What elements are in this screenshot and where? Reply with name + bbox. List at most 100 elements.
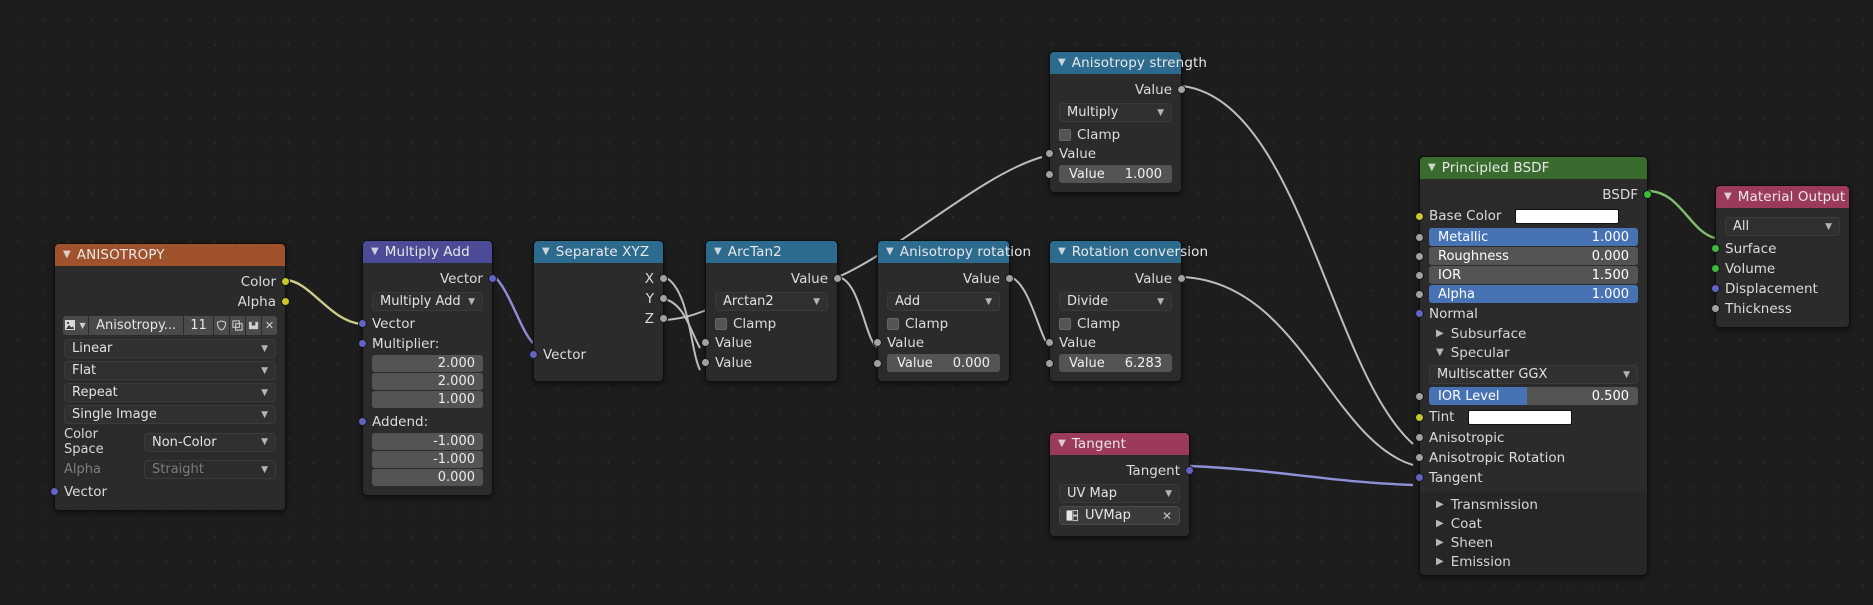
socket-value-1[interactable] (1045, 149, 1054, 158)
chevron-down-icon[interactable]: ▼ (371, 246, 379, 257)
clamp-checkbox-row[interactable]: Clamp (706, 314, 837, 333)
socket-multiplier[interactable] (358, 339, 367, 348)
socket-value-out[interactable] (1177, 274, 1186, 283)
socket-volume[interactable] (1711, 264, 1720, 273)
node-header[interactable]: ▼ Principled BSDF (1420, 157, 1647, 179)
distribution-select[interactable]: Multiscatter GGX ▼ (1429, 365, 1638, 384)
node-separate-xyz[interactable]: ▼ Separate XYZ X Y Z Vector (533, 240, 664, 382)
close-icon[interactable]: ✕ (261, 316, 277, 335)
socket-tangent-out[interactable] (1185, 466, 1194, 475)
clamp-checkbox[interactable] (887, 318, 899, 330)
target-select[interactable]: All ▼ (1725, 217, 1840, 236)
socket-thickness[interactable] (1711, 304, 1720, 313)
socket-bsdf-out[interactable] (1643, 190, 1652, 199)
clamp-checkbox[interactable] (715, 318, 727, 330)
chevron-down-icon[interactable]: ▼ (1058, 57, 1066, 68)
node-rotation-conversion[interactable]: ▼ Rotation conversion Value Divide ▼ Cla… (1049, 240, 1182, 382)
operation-select[interactable]: Divide ▼ (1059, 292, 1172, 311)
socket-color[interactable] (281, 277, 290, 286)
chevron-down-icon[interactable]: ▼ (63, 249, 71, 260)
ior-level-slider[interactable]: IOR Level 0.500 (1429, 387, 1638, 405)
socket-roughness[interactable] (1415, 252, 1424, 261)
color-space-row[interactable]: Color Space Non-Color ▼ (64, 427, 276, 457)
socket-y[interactable] (659, 294, 668, 303)
node-header[interactable]: ▼ ANISOTROPY (55, 244, 285, 266)
socket-value-2[interactable] (873, 359, 882, 368)
node-header[interactable]: ▼ ArcTan2 (706, 241, 837, 263)
socket-alpha[interactable] (1415, 290, 1424, 299)
node-header[interactable]: ▼ Rotation conversion (1050, 241, 1181, 263)
metallic-slider[interactable]: Metallic 1.000 (1429, 228, 1638, 246)
extension-select[interactable]: Repeat ▼ (64, 383, 276, 402)
node-header[interactable]: ▼ Multiply Add (363, 241, 492, 263)
clamp-checkbox[interactable] (1059, 129, 1071, 141)
node-arctan2[interactable]: ▼ ArcTan2 Value Arctan2 ▼ Clamp Value (705, 240, 838, 382)
socket-vector-out[interactable] (488, 274, 497, 283)
multiplier-z-field[interactable]: 1.000 (372, 391, 483, 408)
chevron-down-icon[interactable]: ▼ (886, 246, 894, 257)
image-name-field[interactable]: Anisotropy... (88, 316, 183, 335)
multiplier-x-field[interactable]: 2.000 (372, 355, 483, 372)
socket-normal[interactable] (1415, 309, 1424, 318)
base-color-swatch[interactable] (1515, 209, 1619, 224)
pack-icon[interactable] (245, 316, 261, 335)
socket-value-out[interactable] (1005, 274, 1014, 283)
value-field[interactable]: Value 1.000 (1059, 165, 1172, 183)
coat-panel-toggle[interactable]: ▶ Coat (1420, 514, 1647, 533)
node-anisotropy-rotation[interactable]: ▼ Anisotropy rotation Value Add ▼ Clamp … (877, 240, 1010, 382)
image-datablock-row[interactable]: ▼ Anisotropy... 11 ✕ (63, 316, 277, 335)
subsurface-panel-toggle[interactable]: ▶ Subsurface (1420, 324, 1647, 343)
node-header[interactable]: ▼ Material Output (1716, 186, 1849, 208)
socket-metallic[interactable] (1415, 233, 1424, 242)
socket-vector-in[interactable] (529, 350, 538, 359)
socket-tint[interactable] (1415, 413, 1424, 422)
socket-value-out[interactable] (1177, 85, 1186, 94)
node-tangent[interactable]: ▼ Tangent Tangent UV Map ▼ UVMap ✕ (1049, 432, 1190, 537)
socket-value-2[interactable] (1045, 170, 1054, 179)
uv-map-field[interactable]: UVMap ✕ (1059, 506, 1180, 525)
alpha-slider[interactable]: Alpha 1.000 (1429, 285, 1638, 303)
node-material-output[interactable]: ▼ Material Output All ▼ Surface Volume D… (1715, 185, 1850, 328)
socket-z[interactable] (659, 314, 668, 323)
interpolation-select[interactable]: Linear ▼ (64, 339, 276, 358)
shield-icon[interactable] (213, 316, 229, 335)
socket-value-2[interactable] (701, 358, 710, 367)
socket-ior-level[interactable] (1415, 392, 1424, 401)
operation-select[interactable]: Add ▼ (887, 292, 1000, 311)
source-select[interactable]: Single Image ▼ (64, 405, 276, 424)
node-header[interactable]: ▼ Anisotropy rotation (878, 241, 1009, 263)
node-header[interactable]: ▼ Tangent (1050, 433, 1189, 455)
clamp-checkbox[interactable] (1059, 318, 1071, 330)
node-editor-canvas[interactable]: ▼ ANISOTROPY Color Alpha ▼ (0, 0, 1873, 605)
socket-ior[interactable] (1415, 271, 1424, 280)
chevron-down-icon[interactable]: ▼ (542, 246, 550, 257)
image-users-count[interactable]: 11 (183, 316, 213, 335)
socket-vector-in[interactable] (358, 319, 367, 328)
socket-x[interactable] (659, 274, 668, 283)
clamp-checkbox-row[interactable]: Clamp (1050, 314, 1181, 333)
chevron-down-icon[interactable]: ▼ (1724, 191, 1732, 202)
socket-alpha[interactable] (281, 297, 290, 306)
clamp-checkbox-row[interactable]: Clamp (1050, 125, 1181, 144)
node-anisotropy-image-texture[interactable]: ▼ ANISOTROPY Color Alpha ▼ (54, 243, 286, 511)
clamp-checkbox-row[interactable]: Clamp (878, 314, 1009, 333)
tint-swatch[interactable] (1468, 410, 1572, 425)
node-anisotropy-strength[interactable]: ▼ Anisotropy strength Value Multiply ▼ C… (1049, 51, 1182, 193)
chevron-down-icon[interactable]: ▼ (1058, 246, 1066, 257)
color-space-select[interactable]: Non-Color ▼ (144, 433, 276, 452)
close-icon[interactable]: ✕ (1162, 509, 1172, 523)
socket-value-1[interactable] (701, 338, 710, 347)
socket-tangent[interactable] (1415, 473, 1424, 482)
sheen-panel-toggle[interactable]: ▶ Sheen (1420, 533, 1647, 552)
socket-vector[interactable] (50, 487, 59, 496)
chevron-down-icon[interactable]: ▼ (714, 246, 722, 257)
socket-addend[interactable] (358, 417, 367, 426)
socket-surface[interactable] (1711, 244, 1720, 253)
addend-z-field[interactable]: 0.000 (372, 469, 483, 486)
ior-slider[interactable]: IOR 1.500 (1429, 266, 1638, 284)
socket-value-2[interactable] (1045, 359, 1054, 368)
socket-displacement[interactable] (1711, 284, 1720, 293)
emission-panel-toggle[interactable]: ▶ Emission (1420, 552, 1647, 571)
value-field[interactable]: Value 0.000 (887, 354, 1000, 372)
operation-select[interactable]: Multiply ▼ (1059, 103, 1172, 122)
